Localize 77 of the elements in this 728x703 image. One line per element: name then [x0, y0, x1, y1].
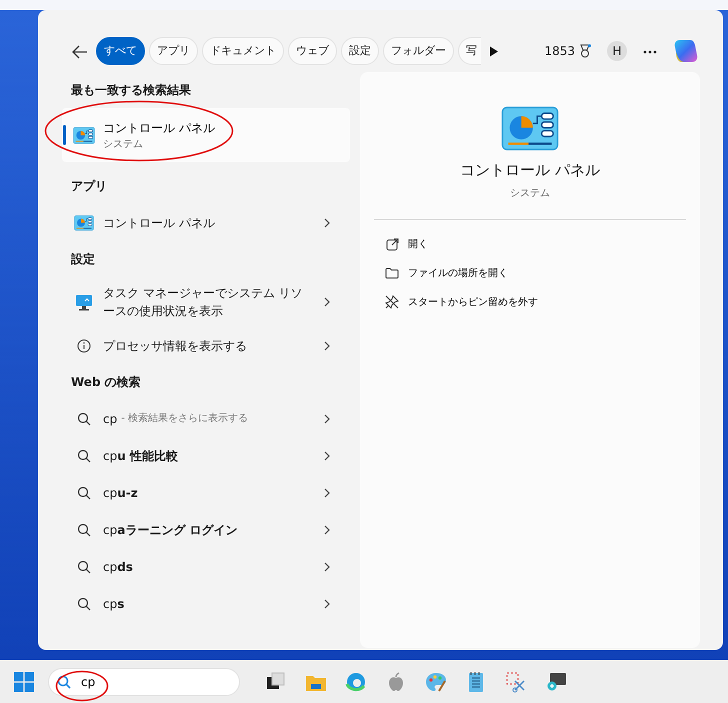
back-arrow-icon — [72, 44, 88, 59]
result-hint: - 検索結果をさらに表示する — [121, 412, 248, 426]
copilot-logo-icon[interactable] — [673, 38, 699, 64]
best-match-item[interactable]: コントロール パネル システム — [62, 108, 350, 162]
magnifier-icon — [545, 670, 567, 692]
paint-palette-icon — [425, 670, 447, 692]
search-icon — [77, 560, 91, 574]
chevron-right-icon — [324, 218, 330, 228]
result-item[interactable]: cpu-z — [62, 474, 350, 511]
filter-tab[interactable]: ウェブ — [288, 37, 337, 65]
search-icon — [57, 674, 71, 688]
chevron-right-icon — [324, 414, 330, 424]
filter-tab[interactable]: 設定 — [341, 37, 379, 65]
result-item[interactable]: cpu 性能比較 — [62, 437, 350, 474]
control-panel-icon — [73, 126, 95, 144]
chevron-right-icon — [324, 297, 330, 307]
result-label: cps — [103, 596, 124, 612]
highlight-ellipse — [55, 670, 109, 702]
monitor-icon — [75, 293, 93, 311]
section-heading: 最も一致する検索結果 — [70, 82, 192, 99]
filter-tab[interactable]: 写 — [458, 37, 481, 65]
result-label: コントロール パネル — [103, 214, 215, 232]
result-item[interactable]: コントロール パネル — [62, 204, 350, 241]
play-icon — [489, 46, 499, 58]
more-icon — [643, 50, 657, 54]
result-item[interactable]: cpaラーニング ログイン — [62, 511, 350, 548]
chevron-right-icon — [324, 524, 330, 534]
result-label: cp — [103, 410, 118, 428]
filter-tab[interactable]: すべて — [96, 37, 145, 65]
search-icon — [77, 522, 91, 536]
detail-title: コントロール パネル — [460, 160, 600, 181]
chevron-right-icon — [324, 488, 330, 498]
filter-tab[interactable]: アプリ — [149, 37, 198, 65]
control-panel-icon — [74, 214, 94, 230]
action-item[interactable]: 開く — [360, 230, 700, 258]
browser-icon — [345, 670, 367, 692]
filter-tab[interactable]: フォルダー — [383, 37, 454, 65]
detail-subtitle: システム — [510, 186, 550, 200]
folder-icon — [385, 267, 399, 279]
result-label: cpu 性能比較 — [103, 448, 178, 464]
result-item[interactable]: cp - 検索結果をさらに表示する — [62, 400, 350, 437]
chevron-right-icon — [324, 598, 330, 608]
windows-logo-icon — [14, 672, 34, 692]
chevron-right-icon — [324, 340, 330, 350]
result-label: タスク マネージャーでシステム リソースの使用状況を表示 — [103, 285, 303, 320]
avatar[interactable]: H — [607, 41, 627, 61]
open-external-icon — [386, 238, 398, 250]
section-heading: アプリ — [70, 178, 108, 195]
result-label: プロセッサ情報を表示する — [103, 338, 247, 354]
result-item[interactable]: cps — [62, 585, 350, 622]
action-item[interactable]: スタートからピン留めを外す — [360, 288, 700, 316]
scissors-icon — [505, 670, 527, 692]
medal-icon — [579, 44, 591, 58]
result-label: cpu-z — [103, 484, 138, 502]
search-icon — [77, 448, 91, 462]
points-count: 1853 — [544, 43, 575, 60]
action-item[interactable]: ファイルの場所を開く — [360, 258, 700, 288]
search-icon — [77, 486, 91, 500]
search-icon — [77, 412, 91, 426]
result-item[interactable]: タスク マネージャーでシステム リソースの使用状況を表示 — [62, 277, 350, 327]
section-heading: Web の検索 — [70, 374, 142, 391]
result-item[interactable]: cpds — [62, 548, 350, 585]
result-item[interactable]: プロセッサ情報を表示する — [62, 327, 350, 364]
taskbar-search-field[interactable]: cp — [48, 668, 240, 696]
search-input[interactable]: cp — [79, 672, 219, 692]
search-icon — [77, 596, 91, 610]
chevron-right-icon — [324, 450, 330, 460]
info-icon — [77, 338, 91, 352]
result-label: cpds — [103, 558, 133, 576]
item-title: コントロール パネル — [103, 120, 215, 136]
section-heading: 設定 — [70, 251, 96, 268]
filter-tab[interactable]: ドキュメント — [202, 37, 284, 65]
item-subtitle: システム — [103, 138, 144, 152]
unpin-icon — [385, 295, 399, 309]
result-label: cpaラーニング ログイン — [103, 522, 238, 538]
control-panel-icon — [501, 106, 559, 151]
chevron-right-icon — [324, 562, 330, 572]
